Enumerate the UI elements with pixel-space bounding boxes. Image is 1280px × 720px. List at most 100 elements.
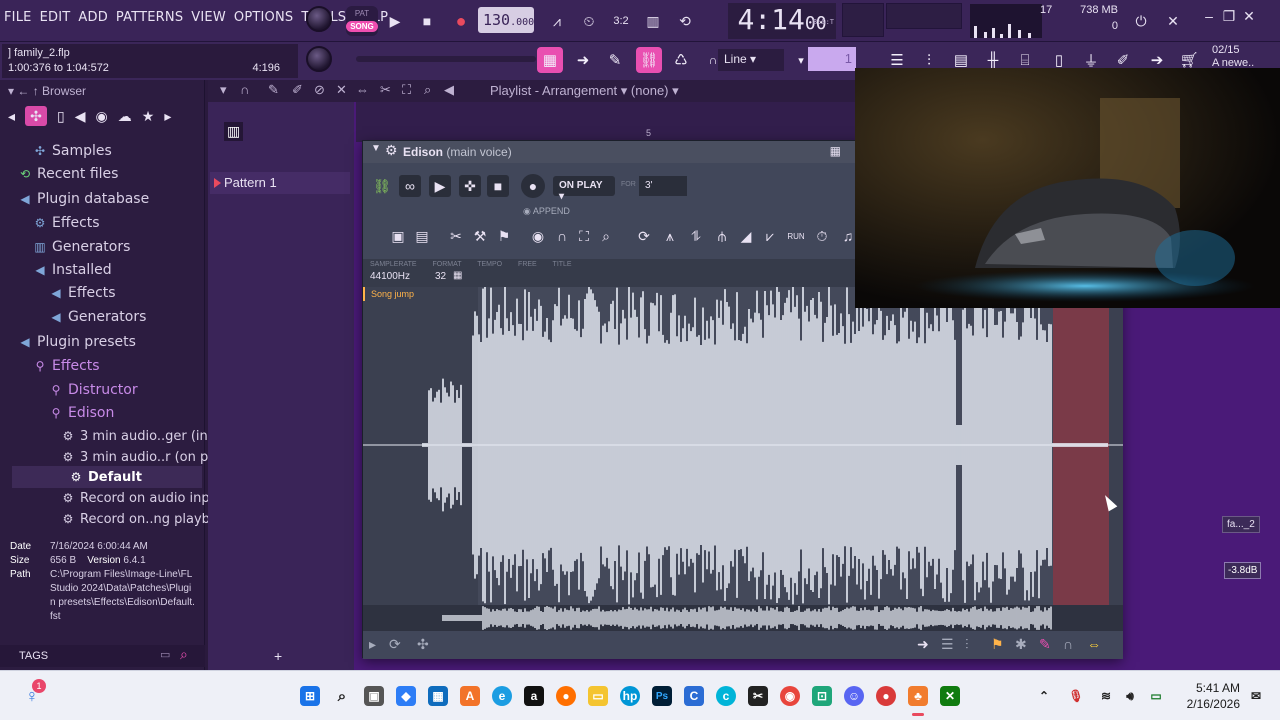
- select-icon[interactable]: ⛶: [573, 225, 595, 247]
- menu-edit[interactable]: EDIT: [40, 10, 71, 25]
- draw-tool-icon[interactable]: ✎: [268, 82, 279, 98]
- slip-tool-icon[interactable]: ⇔: [356, 82, 369, 97]
- calendar-icon[interactable]: ▦: [453, 270, 462, 281]
- song-position-clock[interactable]: 4:1400 B:S:T: [728, 3, 836, 39]
- menu-view[interactable]: VIEW: [191, 10, 226, 25]
- step-edit-icon[interactable]: ▥: [640, 8, 666, 34]
- master-volume-knob[interactable]: [306, 6, 332, 32]
- countdown-icon[interactable]: 3:2: [608, 8, 634, 34]
- arrow-right-icon[interactable]: ➜: [917, 636, 929, 653]
- browser-item[interactable]: ◀ Effects: [50, 283, 115, 303]
- mic-icon[interactable]: ♺: [668, 47, 694, 73]
- scrub-icon[interactable]: ✣: [417, 636, 429, 653]
- run-button[interactable]: RUN: [785, 225, 807, 247]
- gamepad-icon[interactable]: ⊡: [812, 686, 832, 706]
- marker-icon[interactable]: ⚑: [493, 225, 515, 247]
- discord-icon[interactable]: ☺: [844, 686, 864, 706]
- collapse-icon[interactable]: ▼: [371, 143, 381, 154]
- master-pitch-knob[interactable]: [306, 46, 332, 72]
- play-button[interactable]: ▶: [382, 8, 408, 34]
- edge-icon[interactable]: e: [492, 686, 512, 706]
- folder-icon[interactable]: ▭: [160, 648, 170, 661]
- waveform-area[interactable]: Song jump: [363, 287, 1123, 605]
- firefox-icon[interactable]: ●: [556, 686, 576, 706]
- volume-icon[interactable]: 🔊︎: [1120, 686, 1140, 706]
- loop-record-icon[interactable]: ⟲: [672, 8, 698, 34]
- menu-patterns[interactable]: PATTERNS: [116, 10, 183, 25]
- pattern-item[interactable]: Pattern 1: [210, 172, 350, 194]
- browser-item[interactable]: ◀ Generators: [50, 307, 146, 327]
- tab-web-icon[interactable]: ◉: [96, 108, 108, 125]
- record-app-icon[interactable]: ●: [876, 686, 896, 706]
- task-view-icon[interactable]: ▣: [364, 686, 384, 706]
- record-mode-select[interactable]: ON PLAY ▾: [553, 176, 615, 202]
- battery-icon[interactable]: ▭: [1146, 686, 1166, 706]
- menu-add[interactable]: ADD: [78, 10, 108, 25]
- browser-item-selected[interactable]: ⚙ Default: [70, 467, 142, 487]
- step-box[interactable]: 1: [808, 47, 856, 71]
- select-tool-icon[interactable]: ⛶: [402, 82, 411, 98]
- browser-item[interactable]: ◀ Plugin presets: [19, 332, 136, 352]
- magnet-icon[interactable]: ∩: [1063, 636, 1073, 652]
- record-length-select[interactable]: 3': [639, 176, 687, 196]
- zoom-tool-icon[interactable]: ⌕: [424, 82, 431, 98]
- list-icon[interactable]: ☰: [941, 636, 954, 653]
- store-icon[interactable]: ▦: [428, 686, 448, 706]
- wait-for-input-icon[interactable]: ⏲: [576, 8, 602, 34]
- clock-icon[interactable]: ⏱: [811, 225, 833, 247]
- paste-icon[interactable]: ▤: [411, 225, 433, 247]
- drag-icon[interactable]: ⇔: [1087, 636, 1101, 652]
- browser-item[interactable]: ◀ Installed: [34, 260, 111, 280]
- playback-tool-icon[interactable]: ◀: [444, 82, 454, 98]
- search-icon[interactable]: ⌕: [180, 646, 188, 663]
- slice-tool-icon[interactable]: ✂: [380, 82, 391, 98]
- fl-studio-icon[interactable]: ♣: [908, 686, 928, 706]
- gear-icon[interactable]: ⚙: [385, 142, 398, 159]
- wifi-icon[interactable]: ≋: [1096, 686, 1116, 706]
- notifications-icon[interactable]: ✉: [1246, 686, 1266, 706]
- magnet-icon[interactable]: ∩: [240, 82, 249, 97]
- folder-icon[interactable]: ▭: [588, 686, 608, 706]
- brush-icon[interactable]: ✎: [602, 47, 628, 73]
- piano-icon[interactable]: ▥: [224, 122, 244, 141]
- playlist-menu-icon[interactable]: ▾: [220, 82, 227, 98]
- refresh-icon[interactable]: ⟳: [389, 636, 401, 653]
- menu-file[interactable]: FILE: [4, 10, 32, 25]
- snap-select[interactable]: Line ▾: [718, 49, 784, 71]
- minimize-icon[interactable]: –: [1200, 8, 1218, 28]
- search-icon[interactable]: ⌕: [332, 686, 352, 706]
- browser-item[interactable]: ⚙ Effects: [34, 213, 100, 233]
- save-icon[interactable]: ▣: [387, 225, 409, 247]
- browser-item[interactable]: ⟲ Recent files: [19, 164, 118, 184]
- menu-options[interactable]: OPTIONS: [234, 10, 293, 25]
- add-pattern-icon[interactable]: +: [274, 648, 282, 664]
- snowflake-icon[interactable]: ✱: [1015, 636, 1027, 653]
- envelope-icon[interactable]: ⩗: [759, 225, 781, 247]
- photoshop-icon[interactable]: Ps: [652, 686, 672, 706]
- magnet-icon[interactable]: ∩: [551, 225, 573, 247]
- mic-icon[interactable]: 🎙︎: [1066, 686, 1086, 706]
- stop-button[interactable]: ■: [414, 8, 440, 34]
- normalize-icon[interactable]: ⥮: [685, 225, 707, 247]
- cut-icon[interactable]: ✂: [445, 225, 467, 247]
- play-icon[interactable]: ▸: [369, 636, 376, 653]
- grid-icon[interactable]: ▦: [830, 144, 841, 158]
- start-icon[interactable]: ⊞: [300, 686, 320, 706]
- browser-icon[interactable]: c: [716, 686, 736, 706]
- tools-icon[interactable]: ◉: [527, 225, 549, 247]
- browser-item[interactable]: ⚲ Edison: [50, 403, 115, 423]
- zoom-icon[interactable]: ⌕: [595, 225, 617, 247]
- piano-roll-icon[interactable]: ▦: [537, 47, 563, 73]
- copilot-app-icon[interactable]: ◆: [396, 686, 416, 706]
- link-icon[interactable]: ⛓: [636, 47, 662, 73]
- browser-item[interactable]: ⚲ Distructor: [50, 380, 138, 400]
- tab-cloud-icon[interactable]: ☁: [118, 108, 132, 125]
- refresh-icon[interactable]: ⟳: [633, 225, 655, 247]
- mute-tool-icon[interactable]: ✕: [336, 82, 347, 98]
- chrome-icon[interactable]: ◉: [780, 686, 800, 706]
- menu-icon[interactable]: ⫶: [965, 636, 969, 653]
- tags-bar[interactable]: TAGS ▭ ⌕: [0, 645, 205, 667]
- arrow-right-icon[interactable]: ➜: [570, 47, 596, 73]
- browser-item[interactable]: ▥ Generators: [34, 237, 130, 257]
- tab-back-icon[interactable]: ◂: [8, 108, 15, 125]
